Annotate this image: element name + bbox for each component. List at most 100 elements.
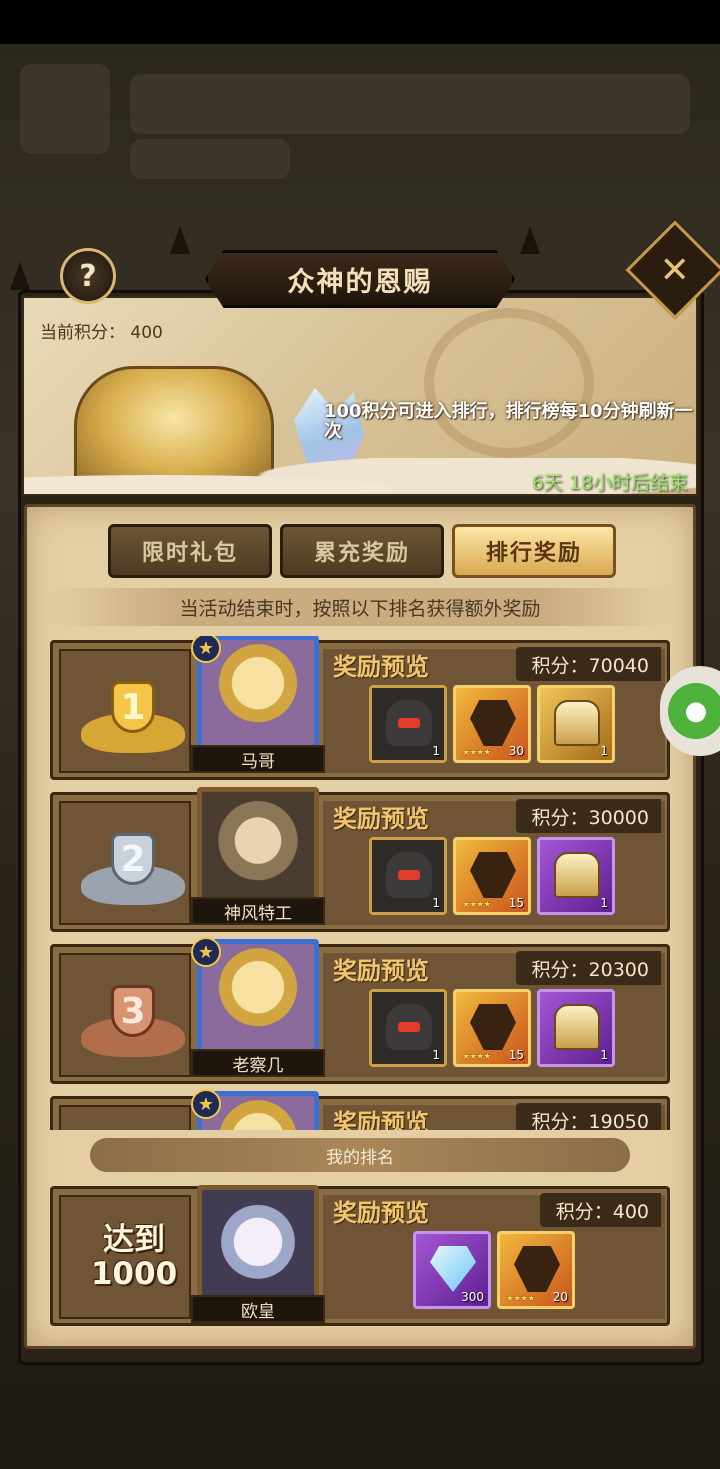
reward-item[interactable]: 1 <box>369 989 447 1067</box>
rank-goal-area: 达到 1000 <box>59 1195 191 1319</box>
mask-icon <box>386 852 432 898</box>
helmet-shard-icon <box>470 1004 516 1050</box>
tab-label: 累充奖励 <box>313 541 410 566</box>
question-mark-icon: ? <box>79 258 97 294</box>
reward-item[interactable]: ★★★★ 15 <box>453 989 531 1067</box>
score-text: 积分：30000 <box>531 806 649 829</box>
rank-goal: 达到 1000 <box>75 1223 193 1291</box>
player-portrait[interactable]: ★ 老察几 <box>191 937 325 1079</box>
score-text: 积分：70040 <box>531 654 649 677</box>
rank-number: 2 <box>111 833 155 885</box>
event-countdown: 6天 18小时后结束 <box>531 472 688 494</box>
chest-icon <box>554 852 600 898</box>
item-stars: ★★★★ <box>462 1052 491 1062</box>
rank-medal-area <box>59 1105 191 1130</box>
star-badge-icon: ★ <box>191 1089 221 1119</box>
reward-preview-title: 奖励预览 <box>333 957 429 985</box>
my-rank-row: 达到 1000 欧皇 奖励预览 积分：400 300 ★★★★ 20 <box>50 1185 670 1326</box>
rank-medal-area: 2 <box>59 801 191 925</box>
ranking-list[interactable]: 1 ★ 马哥 奖励预览 积分：70040 1 ★★★★ 30 1 2 神风特工 … <box>50 636 670 1130</box>
wechat-icon: ● <box>668 683 720 739</box>
tab-recharge-reward[interactable]: 累充奖励 <box>280 524 444 578</box>
tab-ranking-reward[interactable]: 排行奖励 <box>452 524 616 578</box>
helmet-shard-icon <box>470 700 516 746</box>
mask-icon <box>386 1004 432 1050</box>
current-score-label: 当前积分： <box>40 323 125 343</box>
rank-row-4: ★ 奖励预览 积分：19050 <box>50 1089 670 1131</box>
reward-preview-title: 奖励预览 <box>333 653 429 681</box>
close-icon: ✕ <box>659 249 691 291</box>
player-name-bar: 马哥 <box>191 745 325 773</box>
score-text: 积分：400 <box>555 1200 649 1223</box>
chest-icon <box>554 700 600 746</box>
reward-item[interactable]: ★★★★ 20 <box>497 1231 575 1309</box>
item-stars: ★★★★ <box>462 748 491 758</box>
reward-item[interactable]: 1 <box>537 989 615 1067</box>
status-bar <box>0 0 720 44</box>
helmet-shard-icon <box>514 1246 560 1292</box>
rank-number: 3 <box>111 985 155 1037</box>
player-name: 老察几 <box>232 1055 284 1076</box>
hero-avatar <box>197 787 319 905</box>
mask-icon <box>386 700 432 746</box>
frame-spike-decoration <box>10 262 30 290</box>
score-pill: 积分：20300 <box>515 951 661 985</box>
player-portrait[interactable]: ★ 马哥 <box>191 636 325 775</box>
tab-label: 排行奖励 <box>485 541 582 566</box>
player-portrait[interactable]: 欧皇 <box>191 1185 325 1325</box>
current-score: 当前积分： 400 <box>40 318 163 343</box>
item-quantity: 1 <box>600 896 608 910</box>
rank-medal-area: 1 <box>59 649 191 773</box>
my-rank-label: 我的排名 <box>326 1147 394 1168</box>
goal-line-1: 达到 <box>103 1222 165 1258</box>
reward-item[interactable]: ★★★★ 15 <box>453 837 531 915</box>
bronze-medal-icon: 3 <box>81 977 185 1057</box>
score-pill: 积分：400 <box>539 1193 661 1227</box>
reward-item[interactable]: 1 <box>537 685 615 763</box>
item-quantity: 300 <box>461 1290 484 1304</box>
score-pill: 积分：19050 <box>515 1103 661 1131</box>
item-stars: ★★★★ <box>506 1294 535 1304</box>
reward-item[interactable]: 1 <box>537 837 615 915</box>
ranking-hint-band: 当活动结束时，按照以下排名获得额外奖励 <box>50 588 670 626</box>
player-name: 马哥 <box>241 751 275 772</box>
my-rank-band: 我的排名 <box>90 1138 630 1172</box>
frame-spike-decoration <box>170 226 190 254</box>
ranking-rule-text: 100积分可进入排行，排行榜每10分钟刷新一次 <box>324 401 693 442</box>
chest-icon <box>554 1004 600 1050</box>
player-name-bar: 欧皇 <box>191 1295 325 1323</box>
ranking-hint-text: 当活动结束时，按照以下排名获得额外奖励 <box>179 597 541 620</box>
tab-label: 限时礼包 <box>141 541 238 566</box>
hero-avatar <box>197 1185 319 1303</box>
reward-item[interactable]: ★★★★ 30 <box>453 685 531 763</box>
rank-row-3: 3 ★ 老察几 奖励预览 积分：20300 1 ★★★★ 15 1 <box>50 937 670 1084</box>
score-pill: 积分：30000 <box>515 799 661 833</box>
player-portrait[interactable]: ★ <box>191 1089 325 1130</box>
reward-item[interactable]: 1 <box>369 837 447 915</box>
help-button[interactable]: ? <box>60 248 116 304</box>
player-name: 欧皇 <box>241 1301 275 1322</box>
item-quantity: 15 <box>508 1048 524 1062</box>
score-text: 积分：20300 <box>531 958 649 981</box>
item-quantity: 1 <box>432 744 440 758</box>
silver-medal-icon: 2 <box>81 825 185 905</box>
reward-item[interactable]: 1 <box>369 685 447 763</box>
goal-line-2: 1000 <box>90 1256 178 1292</box>
reward-items: 1 ★★★★ 15 1 <box>369 989 615 1067</box>
player-name-bar: 神风特工 <box>191 897 325 925</box>
reward-item[interactable]: 300 <box>413 1231 491 1309</box>
player-portrait[interactable]: 神风特工 <box>191 787 325 927</box>
tab-limited-pack[interactable]: 限时礼包 <box>108 524 272 578</box>
panel-title-plate: 众神的恩赐 <box>205 250 515 308</box>
frame-spike-decoration <box>520 226 540 254</box>
player-name: 神风特工 <box>224 903 292 924</box>
score-pill: 积分：70040 <box>515 647 661 681</box>
item-stars: ★★★★ <box>462 900 491 910</box>
item-quantity: 1 <box>432 896 440 910</box>
reward-items: 300 ★★★★ 20 <box>413 1231 575 1309</box>
item-quantity: 15 <box>508 896 524 910</box>
reward-preview-title: 奖励预览 <box>333 1199 429 1227</box>
score-text: 积分：19050 <box>531 1110 649 1131</box>
rank-medal-area: 3 <box>59 953 191 1077</box>
current-score-value: 400 <box>130 323 163 343</box>
